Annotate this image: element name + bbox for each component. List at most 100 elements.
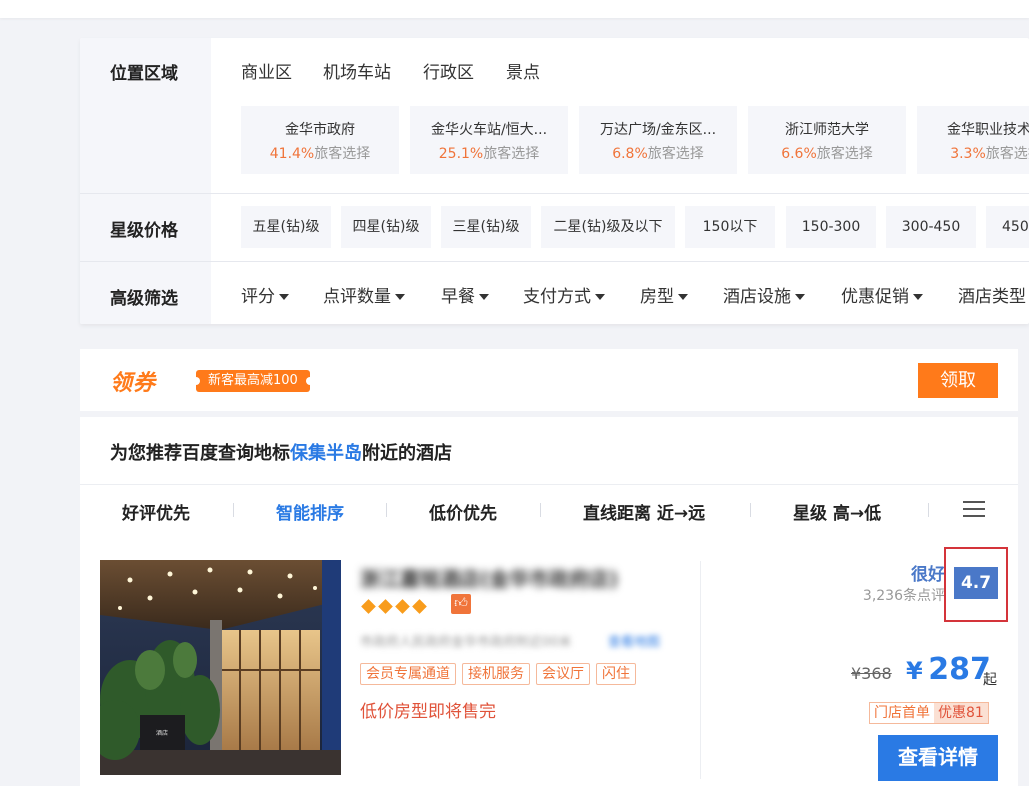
sort-by-rating[interactable]: 好评优先: [122, 499, 190, 524]
separator: [750, 503, 751, 517]
diamond-icon: [361, 599, 376, 614]
original-price: ¥368: [851, 664, 892, 683]
location-option-percent: 41.4%: [269, 146, 315, 162]
coupon-logo: 领券: [110, 371, 157, 396]
filter-dropdown-room-type[interactable]: 房型: [640, 282, 688, 307]
diamond-icon: [378, 599, 393, 614]
divider: [700, 561, 701, 779]
menu-icon[interactable]: [963, 501, 985, 519]
caret-down-icon: [678, 294, 688, 300]
location-option[interactable]: 金华火车站/恒大... 25.1%旅客选择: [410, 106, 568, 174]
location-option[interactable]: 万达广场/金东区... 6.8%旅客选择: [579, 106, 737, 174]
hotel-tag: 接机服务: [462, 663, 530, 685]
separator: [386, 503, 387, 517]
hotel-card[interactable]: 酒店 浙江嘉铭酒店(金华市政府店) 👍︎ 市政府人民政府金华市政府附近00米 查…: [80, 541, 1018, 786]
location-option-name: 金华市政府: [285, 122, 355, 138]
landmark-link[interactable]: 保集半岛: [290, 443, 362, 464]
separator: [233, 503, 234, 517]
filter-dropdown-review-count[interactable]: 点评数量: [323, 282, 405, 307]
tab-airport-station[interactable]: 机场车站: [323, 58, 391, 88]
price-option[interactable]: 150-300: [786, 206, 876, 248]
separator: [928, 503, 929, 517]
divider: [80, 193, 1029, 194]
price-suffix: 起: [983, 672, 997, 688]
tab-admin-district[interactable]: 行政区: [423, 58, 474, 88]
current-price: ¥ 287: [906, 652, 991, 687]
caret-down-icon: [595, 294, 605, 300]
hotel-tag: 会议厅: [536, 663, 590, 685]
filter-dropdown-rating[interactable]: 评分: [241, 282, 289, 307]
hotel-tags: 会员专属通道 接机服务 会议厅 闪住: [360, 663, 642, 685]
filter-dropdown-promotions[interactable]: 优惠促销: [841, 282, 923, 307]
star-option[interactable]: 四星(钻)级: [341, 206, 431, 248]
coupon-banner: 领券 新客最高减100 领取: [80, 349, 1018, 411]
sort-smart[interactable]: 智能排序: [276, 499, 344, 524]
view-details-button[interactable]: 查看详情: [878, 735, 998, 781]
location-option-suffix: 旅客选择: [647, 146, 704, 162]
hotel-tag: 闪住: [596, 663, 636, 685]
location-filter-label: 位置区域: [110, 64, 178, 84]
review-count[interactable]: 3,236条点评: [863, 585, 945, 605]
coupon-offer-tag: 新客最高减100: [192, 370, 314, 392]
diamond-rating: [361, 598, 430, 617]
location-option-name: 金华火车站/恒大...: [430, 122, 548, 138]
caret-down-icon: [279, 294, 289, 300]
location-option-name: 万达广场/金东区...: [599, 122, 717, 138]
location-option-name: 浙江师范大学: [785, 122, 869, 138]
hotel-address: 市政府人民政府金华市政府附近00米: [360, 635, 572, 650]
recommend-section: 为您推荐百度查询地标保集半岛附近的酒店 好评优先 智能排序 低价优先 直线距离 …: [80, 417, 1018, 541]
star-option[interactable]: 二星(钻)级及以下: [541, 206, 675, 248]
tab-scenic-spot[interactable]: 景点: [506, 58, 540, 88]
location-option-percent: 3.3%: [950, 146, 986, 162]
top-bar: [0, 0, 1029, 18]
hotel-tag: 会员专属通道: [360, 663, 456, 685]
star-option[interactable]: 三星(钻)级: [441, 206, 531, 248]
caret-down-icon: [479, 294, 489, 300]
location-option-suffix: 旅客选择: [314, 146, 371, 162]
location-option-percent: 25.1%: [438, 146, 484, 162]
filter-panel: 位置区域 商业区 机场车站 行政区 景点 金华市政府 41.4%旅客选择 金华火…: [80, 38, 1029, 324]
price-option[interactable]: 450: [986, 206, 1029, 248]
location-option-percent: 6.8%: [612, 146, 648, 162]
filter-dropdown-hotel-type[interactable]: 酒店类型: [958, 282, 1026, 307]
separator: [540, 503, 541, 517]
advanced-filter-label: 高级筛选: [110, 289, 178, 309]
sort-by-distance[interactable]: 直线距离 近→远: [583, 499, 705, 524]
location-option[interactable]: 浙江师范大学 6.6%旅客选择: [748, 106, 906, 174]
sort-by-price[interactable]: 低价优先: [429, 499, 497, 524]
promo-badge: 门店首单 优惠81: [869, 702, 989, 724]
location-option-suffix: 旅客选择: [816, 146, 873, 162]
thumbs-up-icon: 👍︎: [451, 594, 471, 614]
divider: [80, 261, 1029, 262]
divider: [80, 484, 1018, 485]
low-price-note: 低价房型即将售完: [360, 702, 496, 722]
location-option-suffix: 旅客选择: [483, 146, 540, 162]
rating-label: 很好: [911, 565, 945, 585]
location-option-name: 金华职业技术学: [947, 122, 1029, 138]
star-option[interactable]: 五星(钻)级: [241, 206, 331, 248]
highlight-box: [944, 547, 1008, 622]
svg-text:酒店: 酒店: [156, 729, 168, 737]
claim-coupon-button[interactable]: 领取: [918, 363, 998, 398]
location-option-percent: 6.6%: [781, 146, 817, 162]
caret-down-icon: [795, 294, 805, 300]
location-option[interactable]: 金华市政府 41.4%旅客选择: [241, 106, 399, 174]
price-option[interactable]: 300-450: [886, 206, 976, 248]
hotel-name[interactable]: 浙江嘉铭酒店(金华市政府店): [360, 563, 618, 592]
caret-down-icon: [913, 294, 923, 300]
map-link[interactable]: 查看地图: [608, 631, 660, 650]
location-option-suffix: 旅客选择: [985, 146, 1029, 162]
diamond-icon: [395, 599, 410, 614]
recommend-title: 为您推荐百度查询地标保集半岛附近的酒店: [110, 443, 452, 464]
sort-by-star[interactable]: 星级 高→低: [793, 499, 881, 524]
diamond-icon: [412, 599, 427, 614]
tab-business-district[interactable]: 商业区: [241, 58, 292, 88]
filter-dropdown-payment[interactable]: 支付方式: [523, 282, 605, 307]
filter-dropdown-breakfast[interactable]: 早餐: [441, 282, 489, 307]
caret-down-icon: [395, 294, 405, 300]
hotel-photo[interactable]: 酒店: [100, 560, 341, 775]
star-price-filter-label: 星级价格: [110, 221, 178, 241]
price-option[interactable]: 150以下: [685, 206, 775, 248]
location-option[interactable]: 金华职业技术学 3.3%旅客选择: [917, 106, 1029, 174]
filter-dropdown-facilities[interactable]: 酒店设施: [723, 282, 805, 307]
